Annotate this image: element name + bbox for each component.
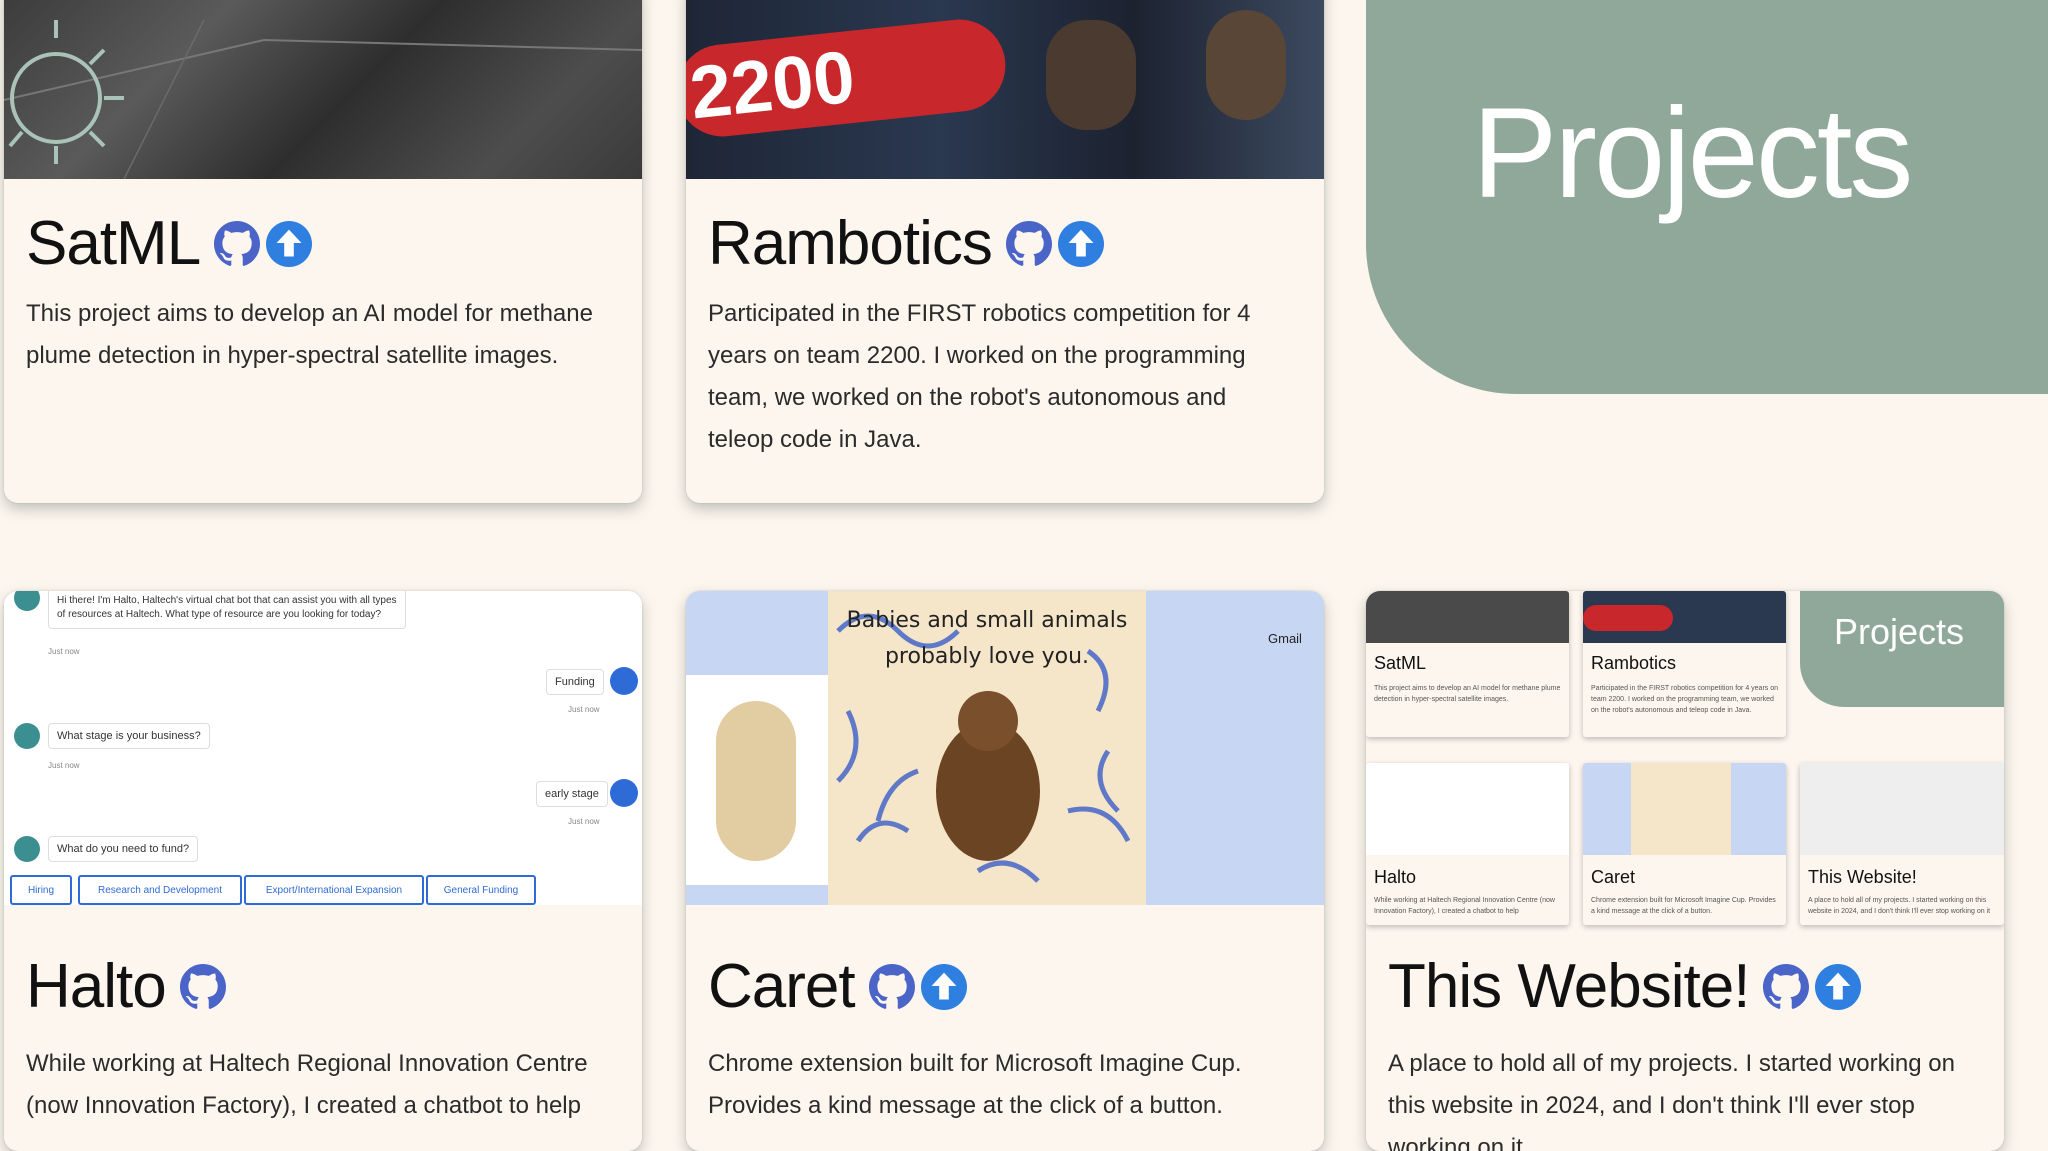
page-title: Projects xyxy=(1472,82,1913,225)
chat-message: What stage is your business? xyxy=(48,723,210,749)
mini-card-caret: Caret Chrome extension built for Microso… xyxy=(1583,763,1786,925)
project-card-caret[interactable]: Babies and small animals probably love y… xyxy=(686,591,1324,1151)
caret-screenshot: Babies and small animals probably love y… xyxy=(686,591,1324,905)
card-title: SatML xyxy=(26,209,201,278)
website-preview: SatML This project aims to develop an AI… xyxy=(1366,591,2004,925)
card-description: A place to hold all of my projects. I st… xyxy=(1388,1050,1955,1151)
card-title: Halto xyxy=(26,952,167,1021)
chat-message: What do you need to fund? xyxy=(48,836,199,862)
card-title: Caret xyxy=(708,952,856,1021)
chat-message: Funding xyxy=(546,669,604,695)
project-card-halto[interactable]: Hi there! I'm Halto, Haltech's virtual c… xyxy=(4,591,642,1151)
card-description: Participated in the FIRST robotics compe… xyxy=(708,300,1251,453)
upload-icon[interactable] xyxy=(266,221,312,267)
chip-research[interactable]: Research and Development xyxy=(78,875,242,905)
upload-icon[interactable] xyxy=(1058,221,1104,267)
upload-icon[interactable] xyxy=(1815,964,1861,1010)
upload-icon[interactable] xyxy=(921,964,967,1010)
chip-export[interactable]: Export/International Expansion xyxy=(244,875,424,905)
satml-thumbnail xyxy=(4,0,642,179)
mini-projects-panel: Projects xyxy=(1800,591,2004,707)
chip-general-funding[interactable]: General Funding xyxy=(426,875,536,905)
sun-logo-icon xyxy=(8,20,124,164)
gmail-link[interactable]: Gmail xyxy=(1268,631,1302,646)
caret-message: Babies and small animals probably love y… xyxy=(846,608,1128,669)
caret-message-popup: Babies and small animals probably love y… xyxy=(828,591,1146,905)
github-icon[interactable] xyxy=(869,964,915,1010)
project-card-this-website[interactable]: SatML This project aims to develop an AI… xyxy=(1366,591,2004,1151)
github-icon[interactable] xyxy=(1763,964,1809,1010)
project-card-satml[interactable]: SatML This project aims to develop an AI… xyxy=(4,0,642,503)
chat-message: Hi there! I'm Halto, Haltech's virtual c… xyxy=(48,591,406,629)
halto-chat-screenshot: Hi there! I'm Halto, Haltech's virtual c… xyxy=(4,591,642,905)
github-icon[interactable] xyxy=(214,221,260,267)
project-card-rambotics[interactable]: 2200 Rambotics Participated in the FIRST… xyxy=(686,0,1324,503)
projects-header-panel: Projects xyxy=(1366,0,2048,394)
mini-card-this-website: This Website! A place to hold all of my … xyxy=(1800,763,2004,925)
card-title: This Website! xyxy=(1388,952,1750,1021)
chat-message: early stage xyxy=(536,781,608,807)
github-icon[interactable] xyxy=(1006,221,1052,267)
card-title: Rambotics xyxy=(708,209,993,278)
mini-card-satml: SatML This project aims to develop an AI… xyxy=(1366,591,1569,737)
card-description: This project aims to develop an AI model… xyxy=(26,300,593,369)
mini-card-rambotics: Rambotics Participated in the FIRST robo… xyxy=(1583,591,1786,737)
card-description: While working at Haltech Regional Innova… xyxy=(26,1050,588,1119)
team-number: 2200 xyxy=(686,34,859,135)
card-description: Chrome extension built for Microsoft Ima… xyxy=(708,1050,1242,1119)
rambotics-thumbnail: 2200 xyxy=(686,0,1324,179)
chip-hiring[interactable]: Hiring xyxy=(10,875,72,905)
doodle-icon xyxy=(716,701,796,861)
github-icon[interactable] xyxy=(180,964,226,1010)
mini-card-halto: Halto While working at Haltech Regional … xyxy=(1366,763,1569,925)
